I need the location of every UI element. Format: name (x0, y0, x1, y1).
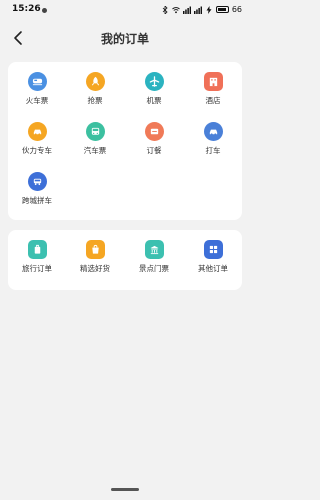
luggage-icon (27, 240, 47, 259)
order-item-label: 汽车票 (83, 146, 107, 155)
hotel-icon (203, 72, 223, 91)
order-item-label: 酒店 (205, 96, 221, 105)
wifi-icon (171, 6, 180, 13)
charging-icon (206, 5, 212, 14)
bluetooth-icon (162, 5, 168, 14)
signal-2-icon (193, 6, 202, 14)
shopping-bag-icon (85, 240, 105, 259)
other-orders-card: 旅行订单 精选好货 景点门票 其他订单 (8, 230, 242, 290)
order-item-label: 抢票 (87, 96, 103, 105)
order-item-label: 火车票 (25, 96, 49, 105)
intercity-car-icon (27, 172, 47, 191)
order-item-grab-ticket[interactable]: 抢票 (66, 72, 124, 112)
order-item-meal[interactable]: 订餐 (125, 122, 183, 162)
order-item-label: 跨城拼车 (22, 196, 52, 205)
signal-icon (182, 6, 191, 14)
order-item-flight[interactable]: 机票 (125, 72, 183, 112)
bus-icon (85, 122, 105, 141)
status-bar: 15:26 66 (0, 0, 250, 22)
car-icon (27, 122, 47, 141)
order-item-travel[interactable]: 旅行订单 (8, 240, 66, 280)
temple-icon (144, 240, 164, 259)
order-item-intercity-carpool[interactable]: 跨城拼车 (8, 172, 66, 212)
plane-icon (144, 72, 164, 91)
order-item-bus[interactable]: 汽车票 (66, 122, 124, 162)
battery-level: 66 (231, 5, 242, 14)
order-item-dedicated-car[interactable]: 伙力专车 (8, 122, 66, 162)
home-indicator[interactable] (111, 488, 139, 491)
order-item-label: 旅行订单 (22, 264, 52, 273)
order-item-label: 订餐 (146, 146, 162, 155)
order-item-goods[interactable]: 精选好货 (66, 240, 124, 280)
order-item-label: 其他订单 (198, 264, 228, 273)
order-item-attraction-tickets[interactable]: 景点门票 (125, 240, 183, 280)
order-item-label: 精选好货 (80, 264, 110, 273)
train-icon (27, 72, 47, 91)
order-item-label: 机票 (146, 96, 162, 105)
order-category-card: 火车票 抢票 机票 酒店 伙力专车 汽车票 订餐 打车 跨城拼车 (8, 62, 242, 220)
rocket-icon (85, 72, 105, 91)
order-item-label: 景点门票 (139, 264, 169, 273)
order-item-label: 伙力专车 (22, 146, 52, 155)
order-item-train[interactable]: 火车票 (8, 72, 66, 112)
order-item-taxi[interactable]: 打车 (184, 122, 242, 162)
order-item-hotel[interactable]: 酒店 (184, 72, 242, 112)
order-item-other[interactable]: 其他订单 (184, 240, 242, 280)
page-title: 我的订单 (100, 32, 149, 46)
battery-icon (215, 6, 229, 13)
grid-icon (203, 240, 223, 259)
meal-icon (144, 122, 164, 141)
status-time: 15:26 (12, 4, 41, 14)
page-header: 我的订单 (0, 22, 250, 54)
order-item-label: 打车 (205, 146, 221, 155)
status-icons: 66 (161, 5, 242, 14)
notification-dot-icon (42, 8, 47, 13)
taxi-icon (203, 122, 223, 141)
